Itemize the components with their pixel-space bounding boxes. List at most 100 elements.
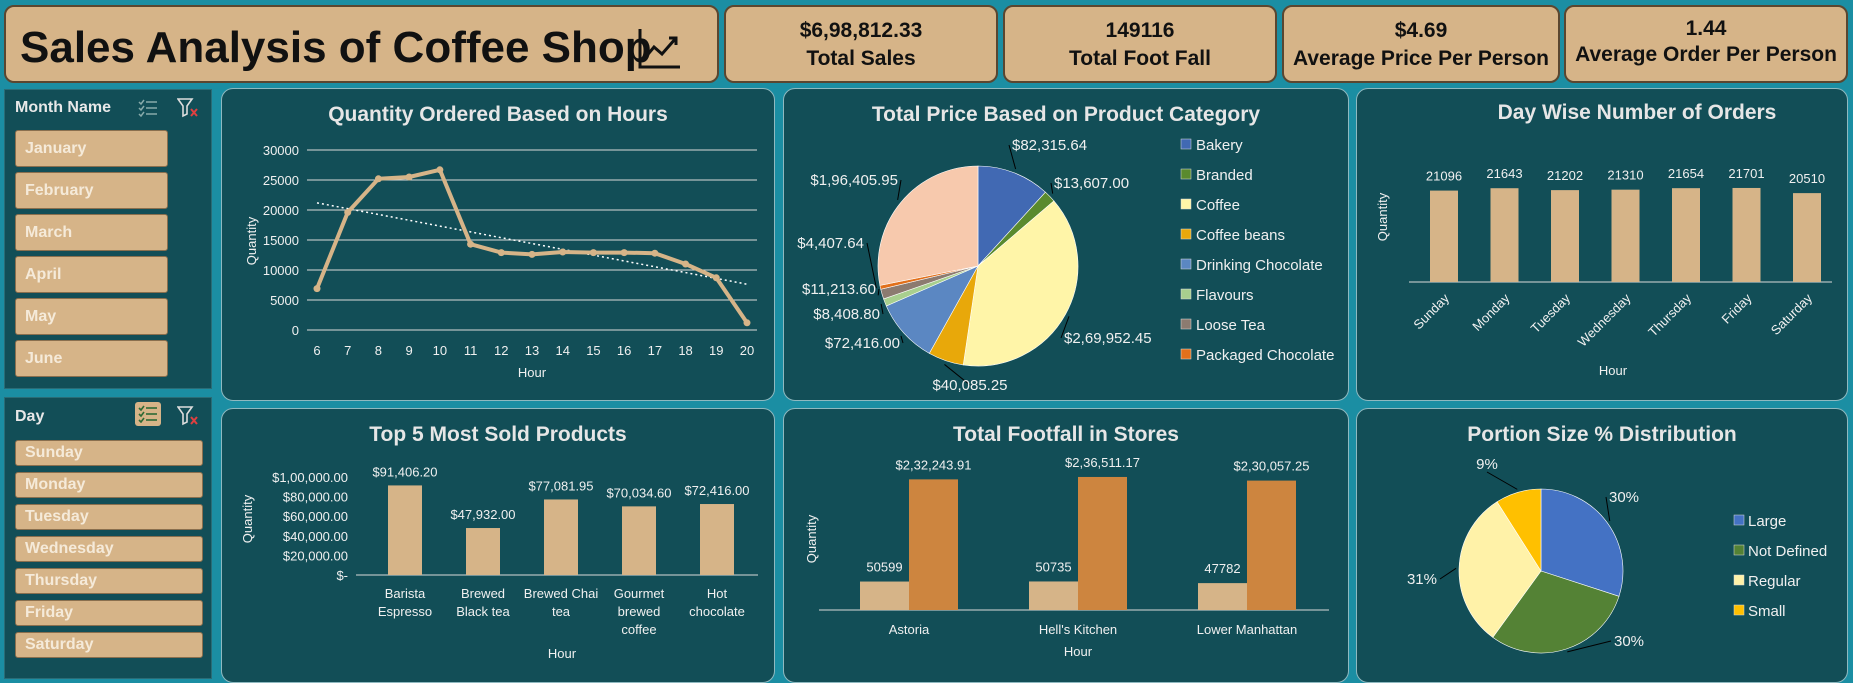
x-tick-label: Gourmet	[614, 586, 665, 601]
slicer-item-april[interactable]: April	[15, 256, 168, 293]
y-axis-title: Quantity	[244, 216, 259, 265]
x-tick-label: Brewed	[461, 586, 505, 601]
x-tick-label: Brewed Chai	[524, 586, 599, 601]
data-point	[344, 208, 352, 216]
x-tick-label: Black tea	[456, 604, 510, 619]
data-point	[467, 240, 475, 248]
data-point	[559, 248, 567, 256]
data-label: $8,408.80	[813, 306, 880, 323]
data-point	[743, 319, 751, 327]
legend-swatch	[1180, 168, 1192, 180]
x-tick-label: 13	[525, 343, 539, 358]
x-tick-label: Sunday	[1410, 290, 1452, 332]
category-pie-chart: $82,315.64 $13,607.00 $2,69,952.45 $40,085.…	[797, 137, 1334, 394]
trend-line-chart-icon	[638, 29, 680, 69]
data-label: $77,081.95	[528, 478, 593, 493]
x-tick-label: Thursday	[1645, 290, 1694, 339]
slicer-item-friday[interactable]: Friday	[15, 600, 203, 626]
y-tick-label: $-	[336, 568, 348, 583]
data-point	[651, 249, 659, 257]
legend-swatch	[1180, 228, 1192, 240]
kpi-label: Total Foot Fall	[1069, 47, 1211, 70]
legend-label: Packaged Chocolate	[1196, 347, 1334, 364]
legend-label: Regular	[1748, 573, 1801, 590]
data-point	[497, 249, 505, 257]
x-tick-label: 7	[344, 343, 351, 358]
data-label: $70,034.60	[606, 485, 671, 500]
x-tick-label: Lower Manhattan	[1197, 622, 1297, 637]
slicer-item-sunday[interactable]: Sunday	[15, 440, 203, 466]
legend-swatch	[1180, 138, 1192, 150]
top-products-bar-chart: $- $20,000.00 $40,000.00 $60,000.00 $80,000.…	[240, 464, 758, 661]
bar	[466, 528, 500, 575]
slicer-item-thursday[interactable]: Thursday	[15, 568, 203, 594]
slicer-item-may[interactable]: May	[15, 298, 168, 335]
y-tick-label: 25000	[263, 173, 299, 188]
data-label: 30%	[1614, 633, 1644, 650]
slicer-item-tuesday[interactable]: Tuesday	[15, 504, 203, 530]
x-tick-label: 17	[648, 343, 662, 358]
y-tick-label: $60,000.00	[283, 509, 348, 524]
trendline	[316, 202, 748, 285]
kpi-label: Average Order Per Person	[1575, 43, 1837, 66]
kpi-label: Average Price Per Person	[1292, 47, 1550, 70]
legend-label: Small	[1748, 603, 1786, 620]
slicer-item-march[interactable]: March	[15, 214, 168, 251]
bar	[1732, 187, 1761, 282]
bar	[1611, 189, 1640, 282]
x-tick-label: Friday	[1718, 290, 1754, 326]
data-point	[436, 166, 444, 174]
leader-line	[897, 179, 902, 201]
data-label: $1,96,405.95	[810, 172, 898, 189]
y-axis-title: Quantity	[240, 494, 255, 543]
x-tick-label: 14	[555, 343, 569, 358]
slicer-item-january[interactable]: January	[15, 130, 168, 167]
data-label: 30%	[1609, 489, 1639, 506]
y-tick-label: 20000	[263, 203, 299, 218]
bar	[622, 506, 656, 575]
bar	[1672, 188, 1700, 282]
slicer-item-february[interactable]: February	[15, 172, 168, 209]
bar	[388, 485, 422, 575]
month-slicer: Month Name January February March April …	[4, 89, 212, 389]
x-tick-label: 8	[375, 343, 382, 358]
kpi-value: 149116	[1105, 19, 1175, 42]
x-axis-title: Hour	[518, 365, 547, 380]
bar	[1490, 188, 1519, 282]
bar	[860, 581, 909, 610]
clear-filter-icon[interactable]	[175, 404, 201, 428]
y-axis-title: Quantity	[804, 514, 819, 563]
data-label: $47,932.00	[450, 507, 515, 522]
slicer-item-wednesday[interactable]: Wednesday	[15, 536, 203, 562]
dashboard-title-box: Sales Analysis of Coffee Shop	[4, 5, 719, 83]
data-point	[682, 260, 690, 268]
bar	[544, 499, 578, 575]
bar	[1247, 480, 1296, 610]
x-tick-label: chocolate	[689, 604, 745, 619]
x-tick-label: Hot	[707, 586, 728, 601]
y-tick-label: 15000	[263, 233, 299, 248]
data-label: 21096	[1426, 169, 1462, 184]
legend-label: Loose Tea	[1196, 317, 1266, 334]
slicer-item-saturday[interactable]: Saturday	[15, 632, 203, 658]
x-tick-label: 11	[464, 343, 478, 358]
slicer-item-june[interactable]: June	[15, 340, 168, 377]
y-tick-label: 0	[292, 323, 299, 338]
data-label: 21310	[1607, 168, 1643, 183]
legend-label: Coffee beans	[1196, 227, 1285, 244]
x-tick-label: Tuesday	[1528, 290, 1574, 336]
data-point	[589, 249, 597, 257]
x-tick-label: Espresso	[378, 604, 432, 619]
kpi-average-price: $4.69 Average Price Per Person	[1282, 5, 1560, 83]
legend-swatch	[1733, 514, 1745, 526]
day-orders-bar-chart-panel: Day Wise Number of Orders 21096 Sunday 216…	[1356, 88, 1848, 401]
x-tick-label: brewed	[618, 604, 661, 619]
multi-select-icon[interactable]	[135, 96, 161, 120]
x-tick-label: 12	[494, 343, 508, 358]
legend-swatch	[1733, 604, 1745, 616]
slicer-item-monday[interactable]: Monday	[15, 472, 203, 498]
multi-select-icon[interactable]	[135, 402, 161, 426]
top-products-bar-chart-panel: Top 5 Most Sold Products $- $20,000.00 $40…	[221, 408, 775, 683]
clear-filter-icon[interactable]	[175, 96, 201, 120]
data-point	[374, 175, 382, 183]
